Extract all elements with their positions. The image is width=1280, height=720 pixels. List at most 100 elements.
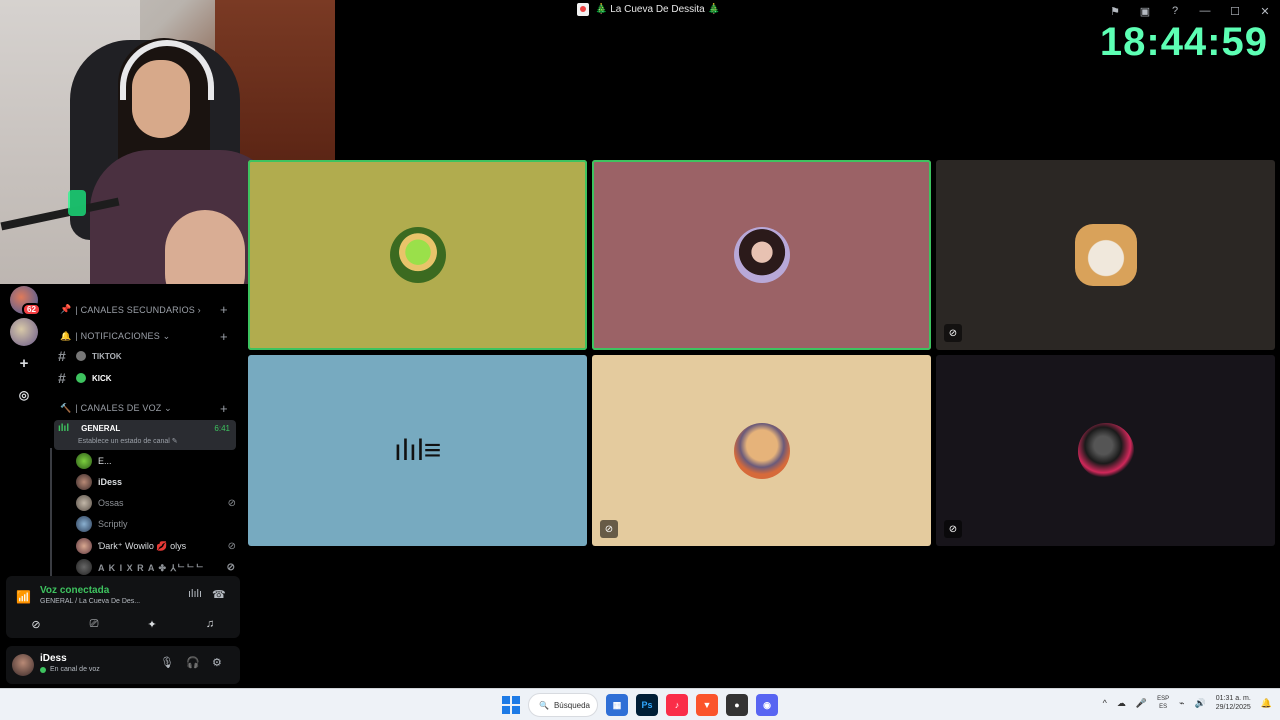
muted-icon: ⊘ <box>226 561 236 573</box>
search-icon: 🔍 <box>539 700 549 710</box>
voice-tile[interactable] <box>592 160 931 350</box>
help-icon[interactable]: ? <box>1164 2 1186 20</box>
avatar <box>76 559 92 575</box>
discover-icon[interactable]: ◎ <box>12 383 36 407</box>
category-label: | CANALES SECUNDARIOS › <box>75 304 201 315</box>
channel-tiktok[interactable]: # TIKTOK <box>58 348 122 364</box>
lang-top: ESP <box>1157 696 1170 702</box>
voice-channel-general[interactable]: ılıl GENERAL 6:41 Establece un estado de… <box>54 420 236 450</box>
camera-off-icon[interactable]: ⊘ <box>10 614 62 634</box>
add-channel-icon[interactable]: + <box>220 302 228 317</box>
notification-bell-icon[interactable]: 🔔 <box>1261 698 1272 709</box>
pin-icon: 📌 <box>60 304 72 314</box>
voice-status[interactable]: Voz conectada <box>40 585 109 596</box>
voice-member[interactable]: A K I X R A ✤ ⅄ᄂᄂᄂ ⊘ <box>76 559 236 575</box>
gear-icon[interactable]: ⚙ <box>212 656 222 669</box>
muted-icon: ⊘ <box>227 540 236 552</box>
channel-kick[interactable]: # KICK <box>58 370 112 386</box>
minimize-icon[interactable]: — <box>1194 2 1216 20</box>
muted-icon: ⊘ <box>944 324 962 342</box>
language-indicator[interactable]: ESP ES <box>1157 695 1169 711</box>
voice-tree-line <box>50 448 52 576</box>
set-status-hint[interactable]: Establece un estado de canal ✎ <box>78 437 178 445</box>
mic-tray-icon[interactable]: 🎤 <box>1136 698 1147 709</box>
user-name[interactable]: iDess <box>40 653 67 664</box>
close-icon[interactable]: ✕ <box>1254 2 1276 20</box>
tray-time: 01:31 a. m. <box>1215 695 1251 702</box>
avatar[interactable] <box>12 654 34 676</box>
taskbar-search[interactable]: 🔍 Búsqueda <box>528 693 598 717</box>
soundboard-icon[interactable]: ♫ <box>184 614 236 634</box>
avatar <box>76 538 92 554</box>
signal-icon[interactable]: 📶 <box>16 590 31 604</box>
voice-member[interactable]: Scriptly <box>76 516 236 532</box>
search-label: Búsqueda <box>553 700 590 710</box>
system-tray: ^ ☁ 🎤 ESP ES ⌁ 🔊 01:31 a. m. 29/12/2025 … <box>1103 694 1272 712</box>
server-avatar[interactable] <box>10 318 38 346</box>
add-channel-icon[interactable]: + <box>220 401 228 416</box>
voice-tile[interactable]: ılıl≡ <box>248 355 587 546</box>
member-name: iDess <box>98 477 123 487</box>
member-name: A K I X R A ✤ ⅄ᄂᄂᄂ <box>98 562 205 573</box>
category-voice[interactable]: 🔨 | CANALES DE VOZ ⌄ + <box>60 401 228 416</box>
voice-location[interactable]: GENERAL / La Cueva De Des... <box>40 598 140 605</box>
member-name: E... <box>98 456 112 466</box>
flag-icon[interactable]: ⚑ <box>1104 2 1126 20</box>
maximize-icon[interactable]: ☐ <box>1224 2 1246 20</box>
channel-emoji-icon <box>76 373 86 383</box>
voice-wave-icon: ılıl <box>58 423 70 434</box>
voice-tile[interactable] <box>248 160 587 350</box>
date-time[interactable]: 01:31 a. m. 29/12/2025 <box>1216 694 1251 712</box>
photoshop-icon[interactable]: Ps <box>636 694 658 716</box>
voice-tile[interactable]: ⊘ <box>592 355 931 546</box>
cloud-icon[interactable]: ☁ <box>1117 698 1126 709</box>
add-server-icon[interactable]: + <box>12 351 36 375</box>
status-dot <box>40 667 46 673</box>
stream-clock: 18:44:59 <box>1099 20 1268 64</box>
category-label: | CANALES DE VOZ ⌄ <box>75 403 172 413</box>
notification-badge: 62 <box>22 303 41 316</box>
user-status: En canal de voz <box>50 666 100 673</box>
taskbar: 🔍 Búsqueda ▦ Ps ♪ ▼ ● ◉ ^ ☁ 🎤 ESP ES ⌁ 🔊… <box>0 688 1280 720</box>
chevron-up-icon[interactable]: ^ <box>1103 698 1107 708</box>
channel-label: KICK <box>92 373 112 383</box>
audio-wave-icon: ılıl≡ <box>393 433 442 467</box>
obs-icon[interactable]: ● <box>726 694 748 716</box>
voice-member[interactable]: Ɗark⁺ Wowilo 💋 olys ⊘ <box>76 538 236 554</box>
avatar <box>733 422 790 479</box>
screen-icon[interactable]: ▣ <box>1134 2 1156 20</box>
microphone-icon[interactable]: 🎙 <box>160 656 174 669</box>
disconnect-icon[interactable]: ☎ <box>212 588 226 601</box>
category-secondary[interactable]: 📌 | CANALES SECUNDARIOS › + <box>60 302 228 317</box>
music-icon[interactable]: ♪ <box>666 694 688 716</box>
taskbar-apps: 🔍 Búsqueda ▦ Ps ♪ ▼ ● ◉ <box>502 693 778 717</box>
discord-icon[interactable]: ◉ <box>756 694 778 716</box>
muted-icon: ⊘ <box>227 497 236 509</box>
avatar <box>389 227 446 283</box>
voice-member[interactable]: E... <box>76 453 236 469</box>
add-channel-icon[interactable]: + <box>220 329 228 344</box>
network-icon[interactable]: ⌁ <box>1179 698 1184 709</box>
category-notifications[interactable]: 🔔 | NOTIFICACIONES ⌄ + <box>60 329 228 344</box>
voice-member[interactable]: iDess <box>76 474 236 490</box>
muted-icon: ⊘ <box>600 520 618 538</box>
voice-tile[interactable]: ⊘ <box>936 160 1275 350</box>
voice-tile[interactable]: ⊘ <box>936 355 1275 546</box>
brave-browser-icon[interactable]: ▼ <box>696 694 718 716</box>
bell-icon: 🔔 <box>60 331 72 341</box>
voice-connected-panel: 📶 Voz conectada GENERAL / La Cueva De De… <box>6 576 240 638</box>
volume-icon[interactable]: 🔊 <box>1195 698 1206 709</box>
voice-member[interactable]: Ossas ⊘ <box>76 495 236 511</box>
server-icon <box>577 3 589 16</box>
member-name: Ɗark⁺ Wowilo 💋 olys <box>98 540 187 551</box>
activities-icon[interactable]: ✦ <box>126 614 178 634</box>
hash-icon: # <box>58 370 66 386</box>
noise-suppression-icon[interactable]: ılılı <box>188 588 202 600</box>
avatar <box>1077 422 1134 479</box>
avatar <box>76 516 92 532</box>
windows-start-icon[interactable] <box>502 696 520 714</box>
channel-label: TIKTOK <box>92 351 122 361</box>
screen-share-icon[interactable]: ⎚ <box>68 614 120 634</box>
headphones-icon[interactable]: 🎧 <box>186 656 200 669</box>
file-explorer-icon[interactable]: ▦ <box>606 694 628 716</box>
